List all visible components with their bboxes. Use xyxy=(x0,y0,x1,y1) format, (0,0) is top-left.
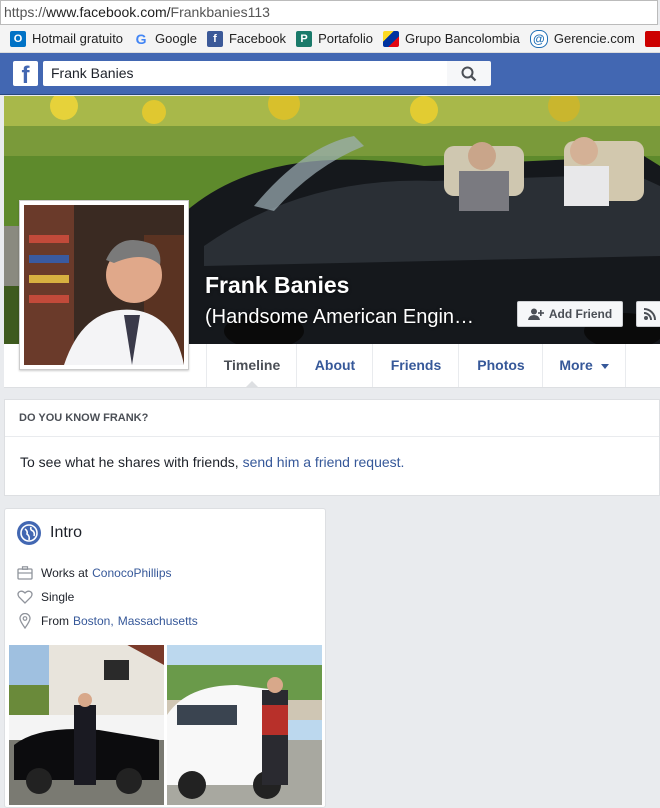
profile-picture[interactable] xyxy=(19,200,189,370)
heart-icon xyxy=(17,589,33,605)
bookmark-label: Grupo Bancolombia xyxy=(404,31,520,46)
do-you-know-text: To see what he shares with friends, send… xyxy=(5,437,659,470)
profile-name: Frank Banies xyxy=(205,272,350,298)
url-bar[interactable]: https://www.facebook.com/Frankbanies113 xyxy=(0,0,658,25)
bookmark-bancolombia[interactable]: Grupo Bancolombia xyxy=(382,30,520,47)
portafolio-icon: P xyxy=(296,30,313,47)
location-pin-icon xyxy=(17,613,33,629)
follow-button[interactable] xyxy=(636,301,660,327)
facebook-topbar: f Frank Banies xyxy=(0,53,660,95)
search-button[interactable] xyxy=(447,61,491,86)
tab-label: Friends xyxy=(390,357,442,373)
url-path: Frankbanies113 xyxy=(170,4,270,20)
bookmarks-bar: O Hotmail gratuito G Google f Facebook P… xyxy=(0,25,660,53)
intro-photo-1[interactable] xyxy=(9,645,164,805)
from-state-link[interactable]: Massachusetts xyxy=(118,614,198,628)
rss-icon xyxy=(643,308,656,321)
outlook-icon: O xyxy=(10,30,26,47)
intro-header: Intro xyxy=(17,521,82,545)
intro-title: Intro xyxy=(50,524,83,541)
bookmark-label: Portafolio xyxy=(318,31,373,46)
facebook-logo[interactable]: f xyxy=(13,61,38,86)
bookmark-label: Gerencie.com xyxy=(553,31,635,46)
bookmark-label: Google xyxy=(155,31,197,46)
friend-request-link[interactable]: send him a friend request. xyxy=(243,454,405,470)
do-you-know-heading: DO YOU KNOW FRANK? xyxy=(5,400,659,437)
tab-label: More xyxy=(559,357,593,373)
tab-label: Timeline xyxy=(223,357,281,373)
briefcase-icon xyxy=(17,565,33,581)
bancolombia-icon xyxy=(382,30,399,47)
bookmark-google[interactable]: G Google xyxy=(133,31,197,47)
bookmark-portafolio[interactable]: P Portafolio xyxy=(296,30,373,47)
bookmark-facebook[interactable]: f Facebook xyxy=(206,30,287,47)
profile-alternate-name: (Handsome American Engin… xyxy=(205,306,475,328)
url-scheme: https:// xyxy=(4,4,47,20)
search-icon xyxy=(461,66,477,81)
bookmark-cnn[interactable] xyxy=(644,30,660,47)
google-icon: G xyxy=(135,30,147,47)
tab-photos[interactable]: Photos xyxy=(458,344,543,387)
work-prefix: Works at xyxy=(41,566,89,580)
bookmark-gerencie[interactable]: @ Gerencie.com xyxy=(529,29,635,48)
tab-label: About xyxy=(314,357,356,373)
do-you-know-body: To see what he shares with friends, xyxy=(20,454,243,470)
from-prefix: From xyxy=(41,614,69,628)
bookmark-label: Hotmail gratuito xyxy=(32,31,124,46)
intro-photo-2[interactable] xyxy=(167,645,322,805)
tab-friends[interactable]: Friends xyxy=(372,344,459,387)
intro-relationship: Single xyxy=(17,589,74,605)
from-city-link[interactable]: Boston, xyxy=(73,614,114,628)
add-friend-icon xyxy=(527,308,544,320)
globe-icon xyxy=(17,521,41,545)
add-friend-button[interactable]: Add Friend xyxy=(517,301,623,327)
intro-card: Intro Works at ConocoPhillips Single From… xyxy=(4,508,326,808)
intro-work: Works at ConocoPhillips xyxy=(17,565,172,581)
work-link[interactable]: ConocoPhillips xyxy=(92,566,171,580)
add-friend-label: Add Friend xyxy=(548,307,613,321)
tab-timeline[interactable]: Timeline xyxy=(206,344,297,387)
tab-about[interactable]: About xyxy=(296,344,373,387)
do-you-know-card: DO YOU KNOW FRANK? To see what he shares… xyxy=(4,399,660,496)
cnn-icon xyxy=(644,30,660,47)
gerencie-icon: @ xyxy=(529,29,548,48)
tab-more[interactable]: More xyxy=(542,344,626,387)
intro-from: From Boston, Massachusetts xyxy=(17,613,198,629)
search-input[interactable]: Frank Banies xyxy=(43,61,447,86)
facebook-icon: f xyxy=(206,30,223,47)
bookmark-label: Facebook xyxy=(228,31,287,46)
url-domain: www.facebook.com/ xyxy=(46,4,171,20)
caret-down-icon xyxy=(600,363,609,369)
bookmark-hotmail[interactable]: O Hotmail gratuito xyxy=(10,30,124,47)
tab-label: Photos xyxy=(477,357,525,373)
relationship-status: Single xyxy=(41,590,75,604)
